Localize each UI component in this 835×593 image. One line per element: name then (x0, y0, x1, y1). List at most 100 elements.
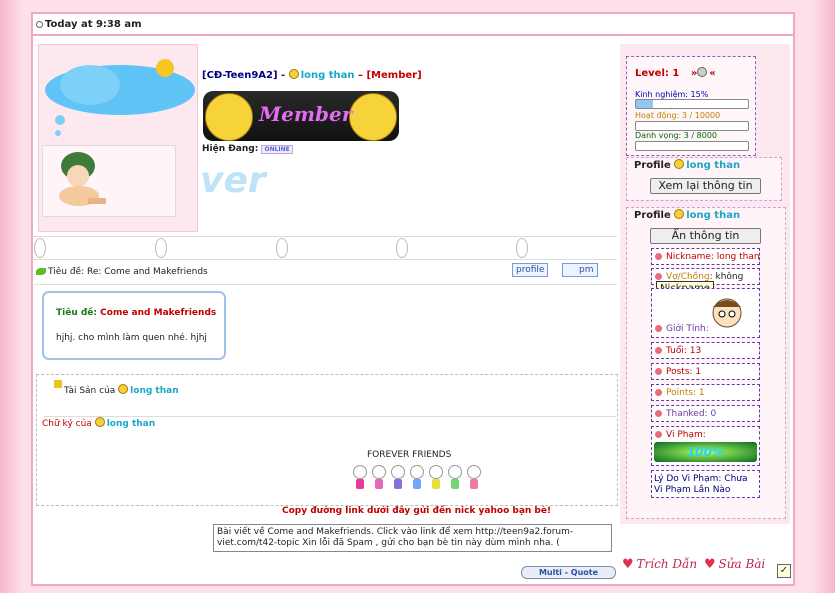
friend-figure-icon (410, 465, 424, 491)
bullet-icon (655, 347, 662, 354)
age-text: Tuổi: 13 (666, 346, 702, 356)
field-thanked: Thanked: 0 (651, 405, 760, 422)
divider-knob (34, 238, 46, 258)
bullet-icon (655, 431, 662, 438)
field-age: Tuổi: 13 (651, 342, 760, 359)
cloud-icon (45, 59, 195, 136)
thanked-text: Thanked: 0 (666, 409, 717, 419)
avatar (42, 145, 176, 217)
level-arrow: « (709, 68, 716, 79)
reputation-bar (635, 141, 749, 151)
user-group: [CĐ-Teen9A2] (202, 70, 278, 81)
multi-quote-button[interactable]: Multi - Quote (521, 566, 616, 579)
pm-button[interactable]: pm (562, 263, 599, 277)
friend-figure-icon (372, 465, 386, 491)
heart-icon: ♥ (622, 557, 634, 572)
assets-row: Tài Sản của long than (44, 378, 616, 417)
smiley-icon (674, 159, 685, 169)
smiley-icon (118, 384, 129, 394)
activity-label: Hoạt động: 3 / 10000 (635, 111, 721, 120)
profile-button[interactable]: profile (512, 263, 549, 277)
mouse-icon (697, 67, 708, 77)
level-label: Level: 1 » « (635, 67, 716, 79)
share-link-textarea[interactable]: Bài viết về Come and Makefriends. Click … (213, 524, 612, 552)
rank-badge: Member (203, 91, 399, 141)
field-violation-reason: Lý Do Vi Phạm: Chưa Vi Phạm Lần Nào (651, 470, 760, 498)
bubble-title: Tiêu đề: Come and Makefriends (56, 308, 216, 318)
profile-username[interactable]: long than (686, 210, 740, 221)
user-role: [Member] (366, 70, 422, 81)
gender-label: Giới Tính: (666, 324, 709, 334)
view-profile-button[interactable]: Xem lại thông tin (650, 178, 761, 194)
bullet-icon (655, 410, 662, 417)
violation-badge: 100% (654, 442, 757, 462)
signature-label: Chữ ký của long than (42, 417, 155, 429)
divider-knob (396, 238, 408, 258)
divider-knob (155, 238, 167, 258)
assets-username[interactable]: long than (130, 386, 178, 396)
violation-label: Vi Phạm: (666, 430, 706, 440)
separator: – (354, 70, 367, 81)
field-violation: Vi Phạm: 100% (651, 426, 760, 466)
field-posts: Posts: 1 (651, 363, 760, 380)
quote-label: Trích Dẫn (636, 557, 698, 571)
activity-bar (635, 121, 749, 131)
forever-friends-text: FOREVER FRIENDS (367, 450, 452, 460)
smiley-icon (674, 209, 685, 219)
field-nickname: Nickname: long than (651, 248, 760, 265)
background-text: ver (200, 160, 266, 201)
profile-heading-1: Profile long than (634, 159, 740, 171)
friend-figure-icon (391, 465, 405, 491)
bullet-icon (655, 273, 662, 280)
profile-label: Profile (634, 160, 671, 171)
friends-figures (353, 465, 486, 494)
post-title-row: Tiêu đề: Re: Come and Makefriends profil… (34, 262, 617, 285)
status-line: Hiện Đang: ONLINE (202, 144, 293, 154)
edit-button[interactable]: ♥ Sửa Bài (704, 557, 765, 572)
assets-label: Tài Sản của long than (64, 384, 179, 396)
message-bubble: Tiêu đề: Come and Makefriends hjhj. cho … (42, 291, 226, 360)
level-box: Level: 1 » « Kinh nghiệm: 15% Hoạt động: … (626, 56, 756, 156)
level-text: Level: 1 (635, 68, 680, 79)
friend-figure-icon (353, 465, 367, 491)
post-title: Tiêu đề: Re: Come and Makefriends (48, 267, 208, 277)
post-header: Today at 9:38 am (33, 14, 793, 36)
smiley-icon (288, 69, 299, 79)
separator: - (277, 70, 289, 81)
soldier-baby-icon (59, 152, 106, 206)
field-gender: Giới Tính: (651, 288, 760, 338)
signature-username[interactable]: long than (107, 419, 155, 429)
heart-icon: ♥ (704, 557, 716, 572)
hide-info-button[interactable]: Ẩn thông tin (650, 228, 761, 244)
post-timestamp: Today at 9:38 am (45, 19, 142, 30)
profile-heading-2: Profile long than (634, 209, 740, 221)
signature-label-text: Chữ ký của (42, 419, 92, 429)
profile-username[interactable]: long than (686, 160, 740, 171)
friend-figure-icon (429, 465, 443, 491)
reputation-label: Danh vọng: 3 / 8000 (635, 131, 717, 140)
exp-bar (635, 99, 749, 109)
posts-text: Posts: 1 (666, 367, 702, 377)
points-text: Points: 1 (666, 388, 705, 398)
checkbox-icon[interactable]: ✓ (777, 564, 791, 578)
boy-icon (712, 298, 742, 328)
friend-figure-icon (448, 465, 462, 491)
clock-icon (36, 21, 43, 28)
bullet-icon (655, 325, 662, 332)
post-body: hjhj. cho mình làm quen nhé. hjhj (56, 333, 207, 343)
online-badge: ONLINE (261, 145, 293, 154)
bubble-title-text: Come and Makefriends (100, 308, 217, 318)
leaf-icon (36, 268, 46, 275)
post-divider (33, 236, 617, 260)
bubble-title-label: Tiêu đề: (56, 308, 98, 318)
bullet-icon (655, 253, 662, 260)
quote-button[interactable]: ♥ Trích Dẫn (622, 557, 697, 572)
profile-label: Profile (634, 210, 671, 221)
field-points: Points: 1 (651, 384, 760, 401)
exp-label: Kinh nghiệm: 15% (635, 90, 709, 99)
bullet-icon (655, 368, 662, 375)
copy-hint: Copy đường link dưới đây gửi đến nick ya… (282, 506, 552, 516)
divider-knob (516, 238, 528, 258)
grin-icon (205, 93, 253, 141)
username[interactable]: long than (301, 70, 355, 81)
